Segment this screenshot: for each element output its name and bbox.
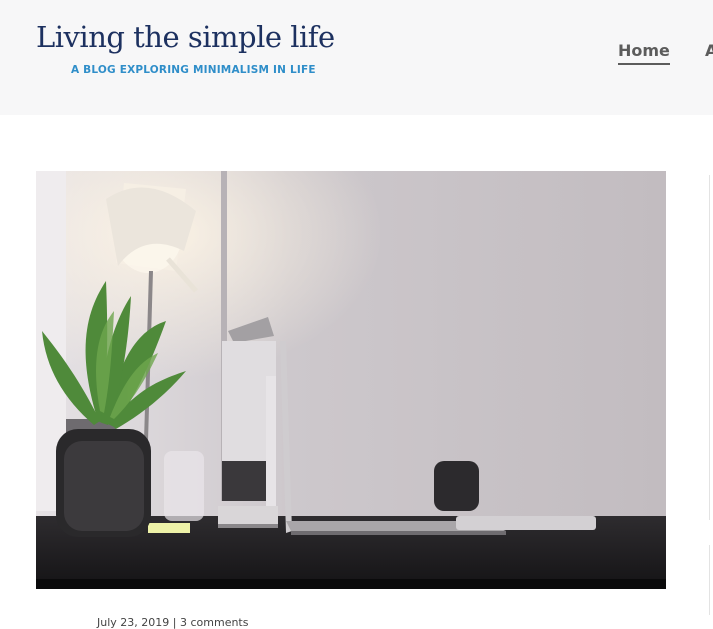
comments-link[interactable]: 3 comments — [180, 616, 249, 629]
main-nav: Home A — [618, 41, 713, 71]
post-meta: July 23, 2019 | 3 comments — [97, 616, 248, 629]
nav-item-next[interactable]: A — [705, 41, 713, 60]
post-date-link[interactable]: July 23, 2019 — [97, 616, 169, 629]
site-header: Living the simple life A BLOG EXPLORING … — [0, 0, 713, 115]
sidebar-divider — [709, 175, 710, 520]
meta-separator: | — [172, 616, 177, 629]
sidebar-divider-lower — [709, 545, 710, 615]
site-title[interactable]: Living the simple life — [36, 20, 335, 54]
nav-item-home[interactable]: Home — [618, 41, 670, 65]
site-tagline: A BLOG EXPLORING MINIMALISM IN LIFE — [71, 64, 316, 76]
desk-photo — [36, 171, 666, 589]
post-featured-image[interactable] — [36, 171, 666, 589]
